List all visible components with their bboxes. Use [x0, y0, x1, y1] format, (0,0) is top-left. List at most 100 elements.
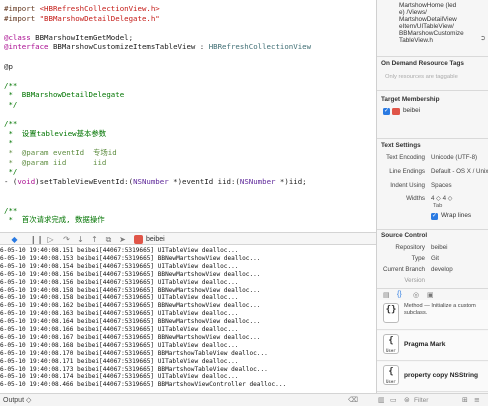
- widths-label: Widths: [406, 195, 425, 202]
- reveal-in-finder-icon[interactable]: ➲: [480, 34, 486, 42]
- snippet-pragma-mark[interactable]: {User Pragma Mark: [377, 331, 488, 361]
- repository-label: Repository: [395, 244, 425, 251]
- snippet-title: property copy NSString: [404, 372, 479, 379]
- location-icon[interactable]: ➤: [118, 235, 127, 244]
- pause-icon[interactable]: ❙❙: [30, 235, 43, 244]
- console-line: 6-05-10 19:40:08.170 beibei[44067:531966…: [0, 349, 268, 357]
- code-line[interactable]: /**: [4, 206, 17, 215]
- code-line[interactable]: *: [4, 138, 13, 148]
- step-over-icon[interactable]: ↷: [62, 235, 71, 244]
- code-token: :: [195, 42, 209, 52]
- debug-bar: ◆ ❙❙ ▷ ↷ ↓ ↑ ⧉ ➤ beibei: [0, 232, 376, 245]
- bottom-bar: Output ◇ ⌫ ▥ ▭ ⊜ Filter ⊞ ≡: [0, 393, 488, 406]
- code-token: <HBRefreshCollectionView.h>: [39, 4, 160, 13]
- code-token: NSNumber: [133, 176, 169, 186]
- console-line: 6-05-10 19:40:08.158 beibei[44067:531966…: [0, 286, 261, 294]
- divider: [377, 288, 488, 289]
- filter-input[interactable]: Filter: [414, 396, 448, 405]
- console-line: 6-05-10 19:40:08.173 beibei[44067:531966…: [0, 365, 268, 373]
- path-line: BBMarshowCustomize: [399, 30, 464, 37]
- file-inspector: MartshowHome (led e) /Views/ MartshowDet…: [376, 0, 488, 393]
- snippet-icon: {User: [383, 365, 399, 385]
- code-token: HBRefreshCollectionView: [208, 42, 312, 52]
- path-line: TableView.h: [399, 37, 433, 44]
- continue-icon[interactable]: ▷: [46, 235, 55, 244]
- code-line[interactable]: */: [4, 167, 17, 176]
- code-line[interactable]: @p: [4, 62, 13, 71]
- code-token: @interface: [4, 42, 53, 52]
- console-line: 6-05-10 19:40:08.164 beibei[44067:531966…: [0, 318, 261, 326]
- grid-icon[interactable]: ⊞: [462, 396, 468, 405]
- code-token: @class: [4, 32, 36, 42]
- divider: [377, 90, 488, 91]
- code-line[interactable]: * @param iid iid: [4, 158, 106, 167]
- snippet-method[interactable]: {} Method — Initialize a custom subclass…: [377, 300, 488, 330]
- code-token: /**: [4, 80, 18, 90]
- version-label: Version: [404, 277, 425, 284]
- indent-using-label: Indent Using: [390, 182, 425, 189]
- code-line[interactable]: @interface BBMarshowCustomizeItemsTableV…: [4, 42, 311, 51]
- code-token: * 设置tableview基本参数: [4, 128, 107, 138]
- snippet-icon: {}: [383, 303, 399, 323]
- code-line[interactable]: - (void)setTableViewEventId:(NSNumber *)…: [4, 177, 307, 186]
- media-library-icon[interactable]: ▣: [427, 291, 434, 299]
- snippet-icon: {User: [383, 334, 399, 354]
- code-line[interactable]: * 首次请求完成, 数据操作: [4, 215, 104, 224]
- target-checkbox[interactable]: ✓: [383, 108, 390, 115]
- text-encoding-label: Text Encoding: [386, 154, 425, 161]
- code-token: *)iid;: [275, 176, 307, 186]
- app-name[interactable]: beibei: [146, 235, 165, 244]
- console-line: 6-05-10 19:40:08.171 beibei[44067:531966…: [0, 357, 239, 365]
- hide-panel-icon[interactable]: ▭: [390, 396, 397, 405]
- console-output[interactable]: 6-05-10 19:40:08.151 beibei[44067:531966…: [0, 246, 376, 392]
- divider: [377, 56, 488, 57]
- console-line: 6-05-10 19:40:08.151 beibei[44067:531966…: [0, 247, 239, 254]
- list-icon[interactable]: ≡: [474, 396, 480, 405]
- code-token: )setTableViewEventId:(: [35, 176, 134, 186]
- console-line: 6-05-10 19:40:08.466 beibei[44067:531966…: [0, 381, 287, 389]
- text-encoding-select[interactable]: Unicode (UTF-8): [431, 154, 477, 162]
- indent-using-select[interactable]: Spaces: [431, 182, 452, 190]
- path-line: MartshowHome (led: [399, 2, 457, 9]
- console-line: 6-05-10 19:40:08.158 beibei[44067:531966…: [0, 294, 239, 302]
- console-line: 6-05-10 19:40:08.166 beibei[44067:531966…: [0, 326, 239, 333]
- snippet-badge: User: [386, 379, 396, 384]
- line-endings-select[interactable]: Default - OS X / Unix: [431, 168, 488, 176]
- split-view-icon[interactable]: ▥: [378, 396, 385, 405]
- code-line[interactable]: * @param eventId 专场id: [4, 148, 116, 157]
- view-hierarchy-icon[interactable]: ⧉: [104, 235, 113, 244]
- trash-icon[interactable]: ⌫: [348, 396, 358, 405]
- wrap-lines-checkbox[interactable]: ✓: [431, 213, 438, 220]
- widths-stepper[interactable]: 4 ◇ 4 ◇: [431, 195, 453, 203]
- type-value: Git: [431, 255, 439, 262]
- tab-label: Tab: [433, 203, 443, 209]
- path-line: MartshowDetailView: [399, 16, 457, 23]
- step-out-icon[interactable]: ↑: [90, 235, 99, 244]
- code-token: ;: [128, 32, 134, 42]
- breakpoint-icon[interactable]: ◆: [10, 235, 19, 244]
- code-editor[interactable]: #import <HBRefreshCollectionView.h> #impo…: [0, 0, 376, 230]
- code-line[interactable]: * 设置tableview基本参数: [4, 129, 106, 138]
- code-token: *: [4, 138, 13, 148]
- code-snippet-icon[interactable]: {}: [397, 291, 402, 298]
- code-line[interactable]: #import "BBMarshowDetailDelegate.h": [4, 14, 160, 23]
- code-line[interactable]: #import <HBRefreshCollectionView.h>: [4, 4, 160, 13]
- code-token: */: [4, 100, 18, 109]
- object-library-icon[interactable]: ◎: [413, 291, 419, 299]
- code-token: NSNumber: [239, 176, 276, 186]
- file-template-icon[interactable]: ▤: [383, 291, 390, 299]
- code-line[interactable]: @class BBMarshowItemGetModel;: [4, 33, 133, 42]
- code-line[interactable]: /**: [4, 119, 17, 128]
- code-line[interactable]: * BBMarshowDetailDelegate: [4, 90, 124, 99]
- code-line[interactable]: /**: [4, 81, 17, 90]
- output-filter-select[interactable]: Output ◇: [3, 396, 31, 405]
- type-label: Type: [411, 255, 425, 262]
- code-line[interactable]: */: [4, 100, 17, 109]
- line-endings-label: Line Endings: [389, 168, 425, 175]
- code-token: #import: [4, 13, 40, 23]
- step-into-icon[interactable]: ↓: [76, 235, 85, 244]
- console-line: 6-05-10 19:40:08.162 beibei[44067:531966…: [0, 302, 261, 310]
- snippet-property-copy[interactable]: {User property copy NSString: [377, 362, 488, 392]
- console-line: 6-05-10 19:40:08.168 beibei[44067:531966…: [0, 341, 239, 349]
- console-line: 6-05-10 19:40:08.153 beibei[44067:531966…: [0, 254, 261, 262]
